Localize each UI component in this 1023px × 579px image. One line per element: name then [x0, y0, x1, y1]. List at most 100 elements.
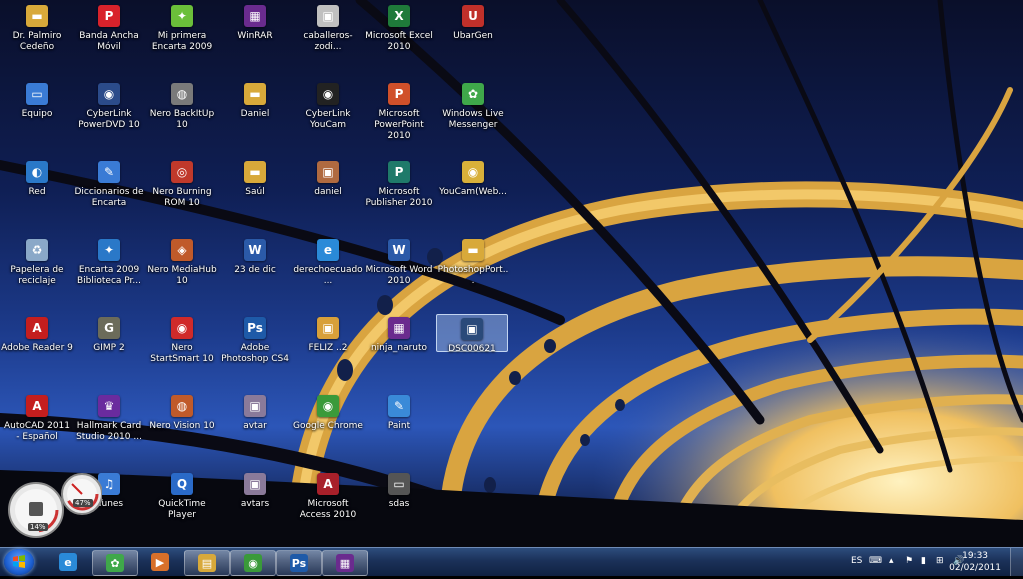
nero-mediahub-icon: ◈ — [171, 239, 193, 261]
desktop-icon[interactable]: P Microsoft Publisher 2010 — [362, 158, 436, 232]
word-icon: W — [388, 239, 410, 261]
computer-icon: ▭ — [26, 83, 48, 105]
desktop-icon[interactable]: ♛ Hallmark Card Studio 2010 ... — [72, 392, 146, 466]
desktop-icon-label: WinRAR — [237, 31, 273, 41]
desktop-icon-label: Red — [28, 187, 46, 197]
desktop-icon-label: Banda Ancha Móvil — [79, 31, 139, 52]
language-indicator[interactable]: ES — [851, 556, 862, 566]
desktop-icon[interactable]: ▭ Equipo — [0, 80, 74, 154]
desktop-icon-label: PhotoshopPort... — [437, 265, 509, 286]
desktop-icon-label: Microsoft Word 2010 — [365, 265, 433, 286]
desktop-icon[interactable]: G GIMP 2 — [72, 314, 146, 388]
desktop-icon[interactable]: ◉ Nero StartSmart 10 — [145, 314, 219, 388]
desktop-icon[interactable]: ♻ Papelera de reciclaje — [0, 236, 74, 310]
desktop-icon-label: GIMP 2 — [93, 343, 125, 353]
device-icon[interactable]: ▮ — [921, 556, 926, 566]
clock-time: 19:33 — [962, 551, 989, 561]
desktop-icon-label: Nero MediaHub 10 — [147, 265, 217, 286]
desktop-icon-label: Mi primera Encarta 2009 — [151, 31, 213, 52]
desktop-icon[interactable]: X Microsoft Excel 2010 — [362, 2, 436, 76]
desktop-icon[interactable]: ▦ WinRAR — [218, 2, 292, 76]
desktop-icon[interactable]: ◈ Nero MediaHub 10 — [145, 236, 219, 310]
desktop-icon[interactable]: ▬ Dr. Palmiro Cedeño — [0, 2, 74, 76]
nero-startsmart-icon: ◉ — [171, 317, 193, 339]
cpu-meter-gadget[interactable]: 14% 47% — [6, 470, 103, 542]
taskbar-button[interactable]: ▦ — [322, 550, 368, 576]
desktop-icon[interactable]: P Banda Ancha Móvil — [72, 2, 146, 76]
network-tray-icon[interactable]: ⊞ — [936, 556, 944, 566]
desktop-icon[interactable]: ◉ CyberLink PowerDVD 10 — [72, 80, 146, 154]
desktop-icon[interactable]: A AutoCAD 2011 - Español — [0, 392, 74, 466]
clock[interactable]: 19:33 02/02/2011 — [949, 550, 1001, 574]
chrome-icon: ◉ — [317, 395, 339, 417]
action-center-flag-icon[interactable]: ⚑ — [905, 556, 913, 566]
desktop-icon[interactable]: ▬ Daniel — [218, 80, 292, 154]
desktop-icon[interactable]: Q QuickTime Player — [145, 470, 219, 544]
taskbar-button[interactable]: e — [46, 550, 90, 574]
desktop-icon[interactable]: ◎ Nero Burning ROM 10 — [145, 158, 219, 232]
desktop-icon[interactable]: U UbarGen — [436, 2, 510, 76]
desktop-icon-label: YouCam(Web... — [439, 187, 507, 197]
desktop-icon[interactable]: ◍ Nero BackItUp 10 — [145, 80, 219, 154]
desktop-icon[interactable]: ▭ sdas — [362, 470, 436, 544]
desktop-icon-label: ninja_naruto — [370, 343, 428, 353]
desktop-icon-label: Equipo — [21, 109, 53, 119]
desktop-icon[interactable]: ▣ FELIZ ..2 — [291, 314, 365, 388]
show-desktop-button[interactable] — [1010, 548, 1023, 576]
desktop-icon[interactable]: ✿ Windows Live Messenger — [436, 80, 510, 154]
desktop-icon[interactable]: ◐ Red — [0, 158, 74, 232]
media-player-icon: ▶ — [151, 553, 169, 571]
internet-explorer-icon: e — [59, 553, 77, 571]
desktop-icon[interactable]: ▦ ninja_naruto — [362, 314, 436, 388]
desktop-icon[interactable]: W 23 de dic — [218, 236, 292, 310]
desktop-icon[interactable]: Ps Adobe Photoshop CS4 — [218, 314, 292, 388]
show-hidden-icons-icon[interactable]: ▴ — [889, 556, 894, 566]
desktop-icon[interactable]: ◍ Nero Vision 10 — [145, 392, 219, 466]
desktop-icon-label: Nero StartSmart 10 — [150, 343, 214, 364]
desktop-icon[interactable]: e derechoecuado... — [291, 236, 365, 310]
generic-file-icon: ▭ — [388, 473, 410, 495]
taskbar-button[interactable]: ▤ — [184, 550, 230, 576]
desktop[interactable]: ▬ Dr. Palmiro Cedeño P Banda Ancha Móvil ✦ Mi… — [0, 0, 1023, 547]
start-button[interactable] — [4, 549, 34, 575]
encarta-dictionary-icon: ✎ — [98, 161, 120, 183]
desktop-icon[interactable]: W Microsoft Word 2010 — [362, 236, 436, 310]
taskbar-button[interactable]: ▶ — [138, 550, 182, 574]
desktop-icon[interactable]: ▬ Saúl — [218, 158, 292, 232]
messenger-icon: ✿ — [106, 554, 124, 572]
desktop-icon-label: Hallmark Card Studio 2010 ... — [76, 421, 142, 442]
youcam-web-icon: ◉ — [462, 161, 484, 183]
desktop-icon-label: Papelera de reciclaje — [10, 265, 64, 286]
desktop-icon[interactable]: ✦ Mi primera Encarta 2009 — [145, 2, 219, 76]
taskbar: e ✿ ▶ ▤ ◉ Ps ▦ ES ⌨ ▴ ⚑ ▮ ⊞ 🔊 19:33 02/02/2011 — [0, 547, 1023, 576]
windows-logo-icon — [13, 555, 25, 568]
desktop-icon[interactable]: A Microsoft Access 2010 — [291, 470, 365, 544]
folder-icon: ▬ — [26, 5, 48, 27]
image-icon: ▣ — [317, 5, 339, 27]
desktop-icon[interactable]: ▬ PhotoshopPort... — [436, 236, 510, 310]
photoshop-icon: Ps — [290, 554, 308, 572]
taskbar-button[interactable]: ◉ — [230, 550, 276, 576]
desktop-icon-label: Adobe Reader 9 — [1, 343, 73, 353]
adobe-reader-icon: A — [26, 317, 48, 339]
image-icon: ▣ — [244, 395, 266, 417]
taskbar-button[interactable]: Ps — [276, 550, 322, 576]
desktop-icon[interactable]: P Microsoft PowerPoint 2010 — [362, 80, 436, 154]
desktop-icon[interactable]: ◉ YouCam(Web... — [436, 158, 510, 232]
desktop-icon[interactable]: ▣ daniel — [291, 158, 365, 232]
internet-explorer-icon: e — [317, 239, 339, 261]
desktop-icon[interactable]: ✦ Encarta 2009 Biblioteca Pr... — [72, 236, 146, 310]
desktop-icon[interactable]: ◉ Google Chrome — [291, 392, 365, 466]
desktop-icon[interactable]: ▣ avtars — [218, 470, 292, 544]
desktop-icon[interactable]: ✎ Diccionarios de Encarta — [72, 158, 146, 232]
nero-vision-icon: ◍ — [171, 395, 193, 417]
desktop-icon[interactable]: ▣ DSC00621 — [436, 314, 508, 354]
desktop-icon[interactable]: ◉ CyberLink YouCam — [291, 80, 365, 154]
desktop-icon[interactable]: ▣ avtar — [218, 392, 292, 466]
desktop-icon[interactable]: ✎ Paint — [362, 392, 436, 466]
desktop-icon[interactable]: A Adobe Reader 9 — [0, 314, 74, 388]
keyboard-icon[interactable]: ⌨ — [869, 556, 882, 566]
taskbar-button[interactable]: ✿ — [92, 550, 138, 576]
desktop-icon-label: Saúl — [245, 187, 265, 197]
desktop-icon[interactable]: ▣ caballeros-zodi... — [291, 2, 365, 76]
